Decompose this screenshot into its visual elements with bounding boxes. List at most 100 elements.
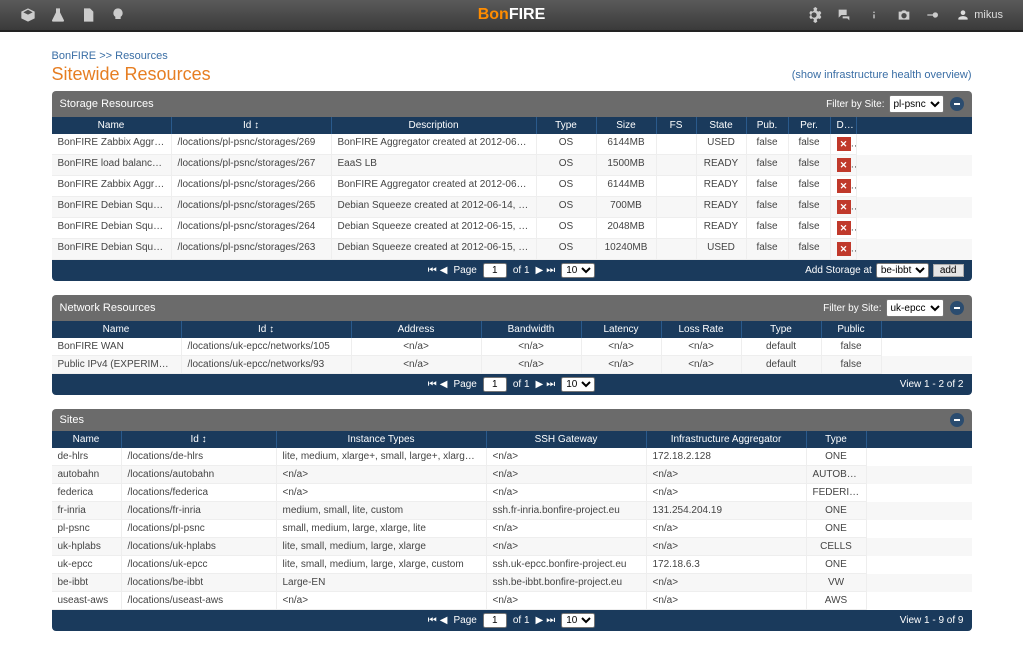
delete-button[interactable]: ✕	[837, 200, 851, 214]
col-aggregator[interactable]: Infrastructure Aggregator	[647, 431, 807, 448]
col-desc[interactable]: Description	[332, 117, 537, 134]
delete-button[interactable]: ✕	[837, 242, 851, 256]
table-row[interactable]: pl-psnc/locations/pl-psncsmall, medium, …	[52, 520, 972, 538]
col-lossrate[interactable]: Loss Rate	[662, 321, 742, 338]
info-icon[interactable]	[866, 7, 882, 23]
col-size[interactable]: Size	[597, 117, 657, 134]
col-public[interactable]: Public	[822, 321, 882, 338]
storage-page-input[interactable]	[483, 263, 507, 278]
network-panel: Network Resources Filter by Site: uk-epc…	[52, 295, 972, 395]
col-sshgateway[interactable]: SSH Gateway	[487, 431, 647, 448]
health-overview-link[interactable]: (show infrastructure health overview)	[792, 69, 972, 81]
gear-icon[interactable]	[806, 7, 822, 23]
col-id[interactable]: Id ↕	[182, 321, 352, 338]
pager-next[interactable]: ▶	[536, 379, 544, 390]
col-bandwidth[interactable]: Bandwidth	[482, 321, 582, 338]
storage-perpage-select[interactable]: 10	[561, 263, 595, 278]
cell-desc: Debian Squeeze created at 2012-06-15, wi…	[332, 239, 537, 260]
storage-filter-select[interactable]: pl-psnc	[889, 95, 944, 113]
table-row[interactable]: BonFIRE Zabbix Aggregator fo/locations/p…	[52, 176, 972, 197]
camera-icon[interactable]	[896, 7, 912, 23]
network-page-input[interactable]	[483, 377, 507, 392]
cell-fs	[657, 197, 697, 218]
pager-first[interactable]: ⏮	[428, 265, 437, 276]
col-address[interactable]: Address	[352, 321, 482, 338]
pager-prev[interactable]: ◀	[440, 265, 448, 276]
add-storage-select[interactable]: be-ibbt	[876, 263, 929, 278]
table-row[interactable]: BonFIRE Debian Squeeze v5/locations/pl-p…	[52, 197, 972, 218]
pager-prev[interactable]: ◀	[440, 379, 448, 390]
table-row[interactable]: federica/locations/federica<n/a><n/a><n/…	[52, 484, 972, 502]
chat-icon[interactable]	[836, 7, 852, 23]
col-name[interactable]: Name	[52, 431, 122, 448]
table-row[interactable]: fr-inria/locations/fr-inriamedium, small…	[52, 502, 972, 520]
col-type[interactable]: Type	[807, 431, 867, 448]
pager-first[interactable]: ⏮	[428, 379, 437, 390]
cell-id: /locations/pl-psnc/storages/264	[172, 218, 332, 239]
col-name[interactable]: Name	[52, 321, 182, 338]
col-name[interactable]: Name	[52, 117, 172, 134]
table-row[interactable]: be-ibbt/locations/be-ibbtLarge-ENssh.be-…	[52, 574, 972, 592]
cell-type: ONE	[807, 520, 867, 538]
table-row[interactable]: autobahn/locations/autobahn<n/a><n/a><n/…	[52, 466, 972, 484]
cell-aggregator: 172.18.2.128	[647, 448, 807, 466]
pager-last[interactable]: ⏭	[546, 265, 555, 276]
pager-next[interactable]: ▶	[536, 265, 544, 276]
col-type[interactable]: Type	[537, 117, 597, 134]
network-collapse-button[interactable]	[950, 301, 964, 315]
breadcrumb-current[interactable]: Resources	[115, 50, 168, 62]
col-del[interactable]: Del.	[831, 117, 857, 134]
table-row[interactable]: uk-hplabs/locations/uk-hplabslite, small…	[52, 538, 972, 556]
col-per[interactable]: Per.	[789, 117, 831, 134]
cell-id: /locations/federica	[122, 484, 277, 502]
delete-button[interactable]: ✕	[837, 158, 851, 172]
cell-type: ONE	[807, 556, 867, 574]
network-filter-select[interactable]: uk-epcc	[886, 299, 944, 317]
table-row[interactable]: BonFIRE Debian Squeeze 10G/locations/pl-…	[52, 239, 972, 260]
table-row[interactable]: BonFIRE load balancer v2/locations/pl-ps…	[52, 155, 972, 176]
pager-prev[interactable]: ◀	[440, 615, 448, 626]
delete-button[interactable]: ✕	[837, 221, 851, 235]
bulb-icon[interactable]	[110, 7, 126, 23]
cell-name: BonFIRE Debian Squeeze v5	[52, 197, 172, 218]
col-state[interactable]: State	[697, 117, 747, 134]
pager-last[interactable]: ⏭	[546, 615, 555, 626]
add-storage-button[interactable]: add	[933, 264, 964, 277]
table-row[interactable]: BonFIRE Debian Squeeze 2G v/locations/pl…	[52, 218, 972, 239]
table-row[interactable]: de-hlrs/locations/de-hlrslite, medium, x…	[52, 448, 972, 466]
breadcrumb-root[interactable]: BonFIRE	[52, 50, 97, 62]
sites-page-input[interactable]	[483, 613, 507, 628]
col-type[interactable]: Type	[742, 321, 822, 338]
cube-icon[interactable]	[20, 7, 36, 23]
table-row[interactable]: useast-aws/locations/useast-aws<n/a><n/a…	[52, 592, 972, 610]
pager-next[interactable]: ▶	[536, 615, 544, 626]
col-id[interactable]: Id ↕	[122, 431, 277, 448]
delete-button[interactable]: ✕	[837, 137, 851, 151]
table-row[interactable]: Public IPv4 (EXPERIMENTAL)/locations/uk-…	[52, 356, 972, 374]
cell-id: /locations/pl-psnc/storages/265	[172, 197, 332, 218]
col-latency[interactable]: Latency	[582, 321, 662, 338]
col-fs[interactable]: FS	[657, 117, 697, 134]
network-perpage-select[interactable]: 10	[561, 377, 595, 392]
key-icon[interactable]	[926, 7, 942, 23]
sites-perpage-select[interactable]: 10	[561, 613, 595, 628]
cell-fs	[657, 176, 697, 197]
cell-del: ✕	[831, 218, 857, 239]
sites-pager: ⏮◀ Page of 1 ▶⏭ 10 View 1 - 9 of 9	[52, 610, 972, 631]
delete-button[interactable]: ✕	[837, 179, 851, 193]
col-instancetypes[interactable]: Instance Types	[277, 431, 487, 448]
document-icon[interactable]	[80, 7, 96, 23]
table-row[interactable]: uk-epcc/locations/uk-epcclite, small, me…	[52, 556, 972, 574]
table-row[interactable]: BonFIRE Zabbix Aggregator v7/locations/p…	[52, 134, 972, 155]
pager-last[interactable]: ⏭	[546, 379, 555, 390]
cell-id: /locations/de-hlrs	[122, 448, 277, 466]
sites-collapse-button[interactable]	[950, 413, 964, 427]
storage-collapse-button[interactable]	[950, 97, 964, 111]
col-id[interactable]: Id ↕	[172, 117, 332, 134]
cell-sshgateway: <n/a>	[487, 448, 647, 466]
table-row[interactable]: BonFIRE WAN/locations/uk-epcc/networks/1…	[52, 338, 972, 356]
col-pub[interactable]: Pub.	[747, 117, 789, 134]
flask-icon[interactable]	[50, 7, 66, 23]
user-menu[interactable]: mikus	[956, 8, 1003, 22]
pager-first[interactable]: ⏮	[428, 615, 437, 626]
